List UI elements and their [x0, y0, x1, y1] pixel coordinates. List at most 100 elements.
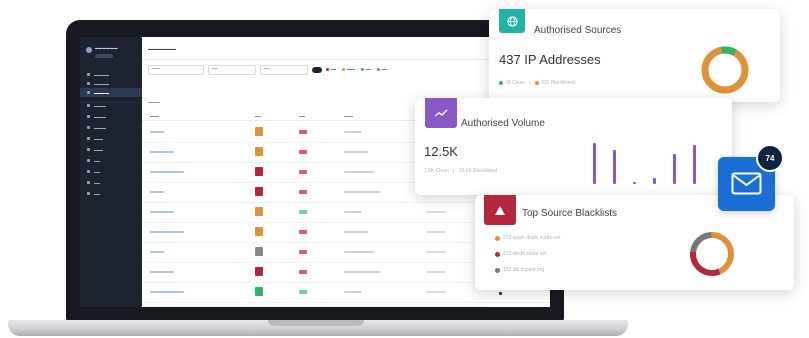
sidebar-item-active[interactable]: ▬▬▬▬▬ [80, 88, 142, 97]
sidebar-item[interactable]: ▬▬▬ [80, 134, 142, 143]
domain-link [150, 211, 174, 213]
priority-tag [299, 130, 307, 134]
priority-legend: ▬▬ ▬▬▬ ▬▬ ▬▬ [326, 67, 387, 71]
column-header[interactable]: ▬▬ [255, 114, 261, 118]
authorised-volume-card[interactable]: Authorised Volume 12.5K 1.9K Clean | 10.… [415, 98, 732, 195]
nav-icon [87, 192, 90, 195]
filter-select[interactable]: ▬▬ [208, 65, 256, 75]
domain-link [150, 131, 164, 133]
volume-bar [653, 178, 656, 184]
blacklisted-count: 338 Blacklisted [541, 80, 575, 86]
sources-donut [701, 46, 749, 94]
org-pill [95, 54, 113, 58]
sidebar-item[interactable]: ▬▬▬▬ [80, 112, 142, 121]
sidebar-item[interactable]: ▬▬▬▬▬ [80, 79, 142, 88]
volume-clean: 1.9K Clean [424, 168, 449, 174]
domain-link [150, 251, 164, 253]
sidebar-item[interactable]: ▬▬▬ [80, 145, 142, 154]
priority-tag [299, 230, 307, 234]
volume-breakdown: 1.9K Clean | 10.5K Blacklisted [424, 168, 498, 174]
page-title: ▬▬▬▬▬▬▬▬ [148, 47, 176, 51]
date-text [426, 211, 446, 213]
volume-blacklisted: 10.5K Blacklisted [458, 168, 498, 174]
score-badge [255, 207, 263, 216]
column-header[interactable]: ▬▬ [299, 114, 305, 118]
sidebar-item[interactable]: ▬▬ [80, 178, 142, 187]
sidebar-item[interactable]: ▬▬ [80, 189, 142, 198]
volume-bar [693, 144, 696, 184]
sidebar-item[interactable]: ▬▬▬▬ [80, 101, 142, 110]
domain-link [150, 171, 184, 173]
sidebar-item[interactable]: ▬▬▬▬▬ [80, 70, 142, 79]
provider-text [344, 231, 368, 233]
authorised-sources-card[interactable]: Authorised Sources 437 IP Addresses 78 C… [489, 9, 780, 102]
domain-link [150, 191, 164, 193]
blacklist-dot [495, 267, 500, 273]
domain-link [150, 271, 174, 273]
provider-text [344, 171, 374, 173]
date-text [426, 251, 446, 253]
globe-icon [499, 9, 525, 33]
domain-link [150, 291, 184, 293]
score-badge [255, 267, 263, 276]
nav-icon [87, 82, 90, 85]
score-badge [255, 287, 263, 296]
table-caption: ▬▬▬▬ [148, 100, 160, 104]
nav-icon [87, 170, 90, 173]
score-badge [255, 187, 263, 196]
sidebar-item[interactable]: ▬▬ [80, 156, 142, 165]
provider-text [344, 271, 380, 273]
provider-text [344, 191, 380, 193]
clean-count: 78 Clean [505, 80, 526, 86]
volume-bar [673, 154, 676, 184]
priority-tag [299, 150, 307, 154]
column-header[interactable]: ▬▬▬ [150, 114, 159, 118]
provider-text [344, 131, 362, 133]
date-text [426, 271, 446, 273]
filter-select[interactable]: ▬▬▬ [148, 65, 204, 75]
domain-link [150, 151, 174, 153]
priority-tag [299, 290, 307, 294]
score-badge [255, 127, 263, 136]
blacklist-label: 152 dbl.itspam.org [503, 267, 545, 273]
priority-tag [299, 170, 307, 174]
status-dot [499, 292, 502, 295]
app-sidebar: ▬▬▬▬▬▬ ▬▬▬▬▬ ▬▬▬▬▬ ▬▬▬▬▬ ▬▬▬▬ ▬▬▬▬ ▬▬▬▬ … [80, 37, 142, 307]
notification-count-badge[interactable]: 74 [756, 144, 784, 172]
volume-bar [593, 142, 596, 184]
provider-text [344, 151, 368, 153]
priority-tag [299, 190, 307, 194]
provider-text [344, 251, 374, 253]
score-badge [255, 147, 263, 156]
volume-bar [613, 149, 616, 184]
nav-icon [87, 159, 90, 162]
score-badge [255, 227, 263, 236]
nav-icon [87, 148, 90, 151]
mail-icon [731, 172, 762, 195]
nav-icon [87, 73, 90, 76]
sources-breakdown: 78 Clean | 338 Blacklisted [499, 80, 575, 86]
priority-tag [299, 210, 307, 214]
nav-icon [87, 115, 90, 118]
provider-text [344, 211, 362, 213]
warning-triangle-icon [484, 195, 516, 225]
sidebar-item[interactable]: ▬▬ [80, 167, 142, 176]
laptop-notch [268, 320, 364, 326]
date-text [426, 291, 446, 293]
card-title: Top Source Blacklists [522, 208, 618, 219]
volume-total: 12.5K [424, 144, 458, 159]
app-logo-icon [86, 47, 92, 53]
filter-select[interactable]: ▬▬ [260, 65, 308, 75]
filter-toggle[interactable] [312, 67, 322, 73]
score-badge [255, 247, 263, 256]
blacklist-label: 273 spam dnsbl sorbs net [503, 235, 561, 241]
column-header[interactable]: ▬▬▬ [344, 114, 353, 118]
trend-line-icon [425, 98, 457, 128]
card-title: Authorised Sources [534, 25, 622, 36]
nav-icon [87, 126, 90, 129]
sidebar-item[interactable]: ▬▬▬▬ [80, 123, 142, 132]
domain-link [150, 231, 184, 233]
app-brand: ▬▬▬▬▬▬ [95, 46, 118, 50]
volume-bar [633, 181, 636, 184]
blacklist-item: 273 spam dnsbl sorbs net [495, 235, 560, 241]
